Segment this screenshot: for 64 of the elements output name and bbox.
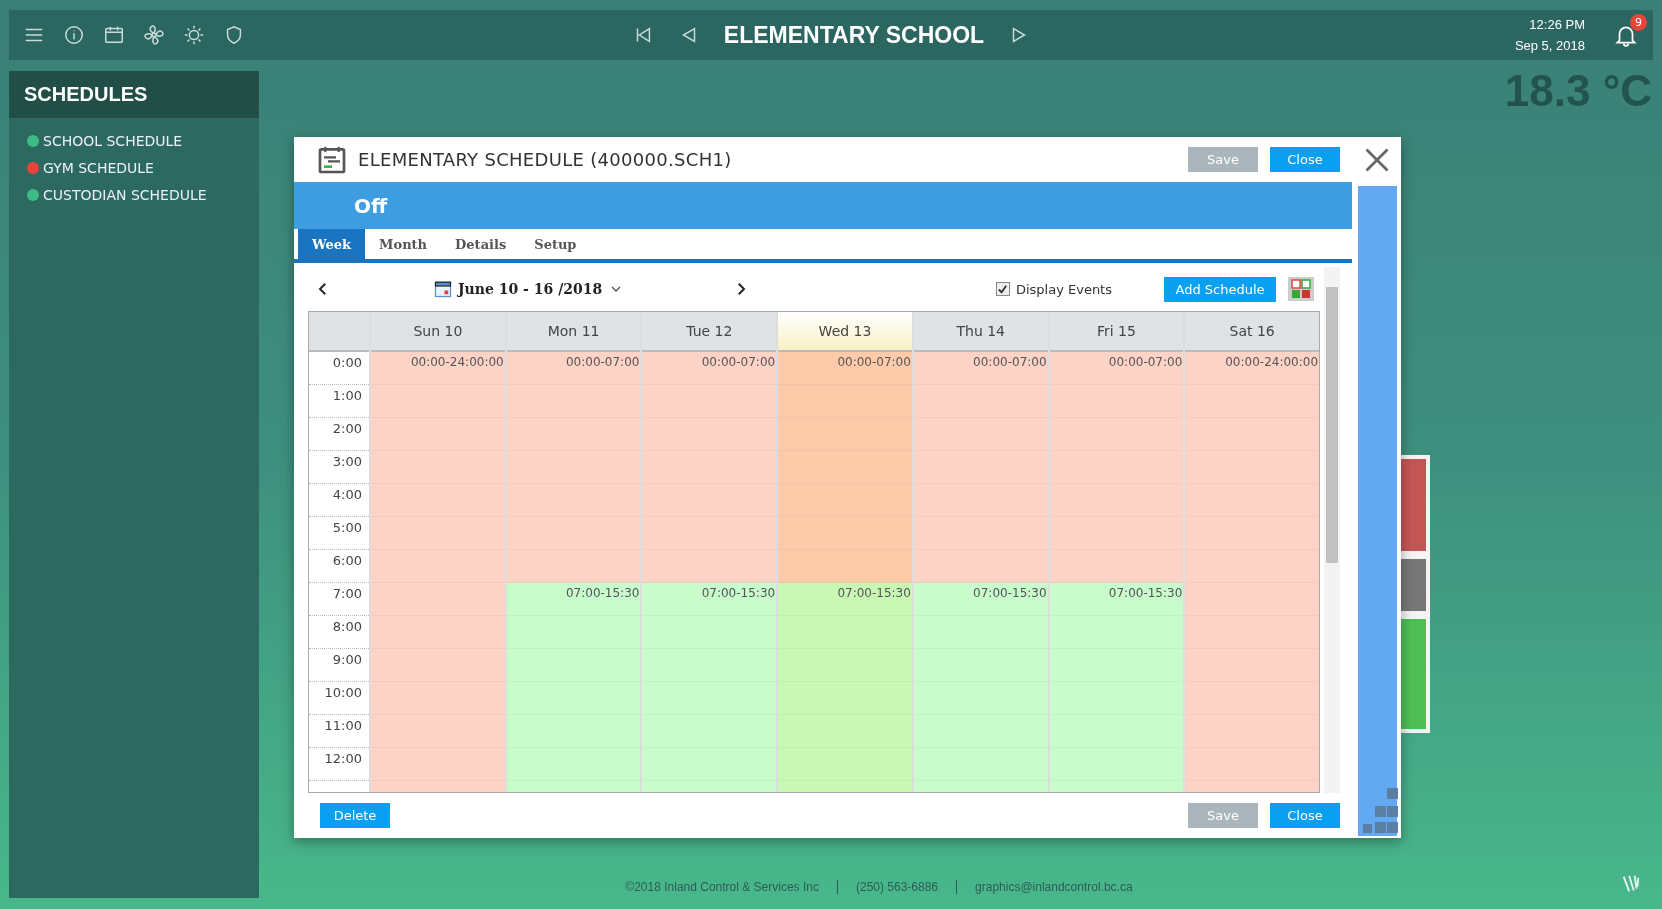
tab[interactable]: Details bbox=[441, 229, 521, 259]
hour-label: 6:00 bbox=[332, 553, 362, 568]
hour-label: 0:00 bbox=[332, 355, 362, 370]
notification-badge: 9 bbox=[1630, 14, 1647, 31]
unoccupied-block[interactable]: 00:00-07:00 bbox=[1049, 352, 1184, 583]
day-header: Thu 14 bbox=[956, 323, 1005, 339]
unoccupied-block[interactable]: 00:00-07:00 bbox=[642, 352, 777, 583]
day-header: Sat 16 bbox=[1229, 323, 1275, 339]
hour-label: 4:00 bbox=[332, 487, 362, 502]
footer-text: (250) 563-6886 bbox=[836, 880, 957, 894]
building-title: ELEMENTARY SCHOOL bbox=[723, 21, 985, 49]
clock-time: 12:26 PM bbox=[1529, 17, 1585, 32]
hour-label: 9:00 bbox=[332, 652, 362, 667]
day-header: Mon 11 bbox=[547, 323, 600, 339]
sidebar-item[interactable]: GYM SCHEDULE bbox=[43, 160, 154, 176]
info-icon[interactable] bbox=[63, 24, 85, 46]
clock-date: Sep 5, 2018 bbox=[1514, 38, 1585, 53]
sidebar-title: SCHEDULES bbox=[9, 71, 259, 118]
footer-text: graphics@inlandcontrol.bc.ca bbox=[956, 880, 1151, 894]
add-schedule-button[interactable]: Add Schedule bbox=[1164, 276, 1276, 302]
unoccupied-block[interactable]: 00:00-07:00 bbox=[913, 352, 1048, 583]
hour-label: 10:00 bbox=[324, 685, 362, 700]
sun-icon[interactable] bbox=[183, 24, 205, 46]
grid-view-icon[interactable] bbox=[1288, 277, 1314, 301]
occupied-block[interactable]: 07:00-15:30 bbox=[778, 583, 912, 792]
day-header: Sun 10 bbox=[413, 323, 463, 339]
sidebar-item[interactable]: SCHOOL SCHEDULE bbox=[43, 133, 183, 149]
dialog-title: ELEMENTARY SCHEDULE (400000.SCH1) bbox=[358, 149, 732, 170]
day-header: Fri 15 bbox=[1096, 323, 1136, 339]
hour-label: 11:00 bbox=[324, 718, 362, 733]
day-header: Wed 13 bbox=[818, 323, 872, 339]
tab[interactable]: Month bbox=[365, 229, 442, 259]
footer-button[interactable]: Delete bbox=[320, 803, 390, 828]
checkbox-label: Display Events bbox=[1015, 281, 1112, 297]
hour-label: 7:00 bbox=[332, 586, 362, 601]
occupied-block[interactable]: 07:00-15:30 bbox=[506, 583, 641, 792]
resize-grip-icon[interactable] bbox=[1363, 788, 1399, 836]
occupied-block[interactable]: 07:00-15:30 bbox=[1049, 583, 1184, 792]
logo-icon bbox=[1620, 873, 1642, 895]
hour-label: 1:00 bbox=[332, 388, 362, 403]
date-range[interactable]: June 10 - 16 /2018 bbox=[458, 281, 603, 297]
day-header: Tue 12 bbox=[686, 323, 733, 339]
unoccupied-block[interactable]: 00:00-07:00 bbox=[778, 352, 912, 583]
unoccupied-block[interactable]: 00:00-24:00:00 bbox=[1185, 352, 1319, 792]
occupied-block[interactable]: 07:00-15:30 bbox=[913, 583, 1048, 792]
scrollbar[interactable] bbox=[1324, 267, 1340, 793]
unoccupied-block[interactable]: 00:00-24:00:00 bbox=[371, 352, 505, 792]
tab[interactable]: Week bbox=[298, 229, 366, 259]
hour-label: 3:00 bbox=[332, 454, 362, 469]
sidebar-item[interactable]: CUSTODIAN SCHEDULE bbox=[43, 187, 207, 203]
status-label: Off bbox=[354, 193, 388, 218]
hour-label: 5:00 bbox=[332, 520, 362, 535]
footer-button[interactable]: Close bbox=[1270, 803, 1340, 828]
calendar-icon[interactable] bbox=[434, 280, 452, 298]
checkbox[interactable] bbox=[995, 282, 1010, 296]
fan-icon[interactable] bbox=[143, 24, 165, 46]
footer-text: ©2018 Inland Control & Services Inc bbox=[624, 880, 820, 894]
hour-label: 8:00 bbox=[332, 619, 362, 634]
hour-label: 2:00 bbox=[332, 421, 362, 436]
occupied-block[interactable]: 07:00-15:30 bbox=[642, 583, 777, 792]
header-button[interactable]: Close bbox=[1270, 147, 1340, 172]
unoccupied-block[interactable]: 00:00-07:00 bbox=[506, 352, 641, 583]
hour-label: 12:00 bbox=[324, 751, 362, 766]
tab[interactable]: Setup bbox=[520, 229, 591, 259]
